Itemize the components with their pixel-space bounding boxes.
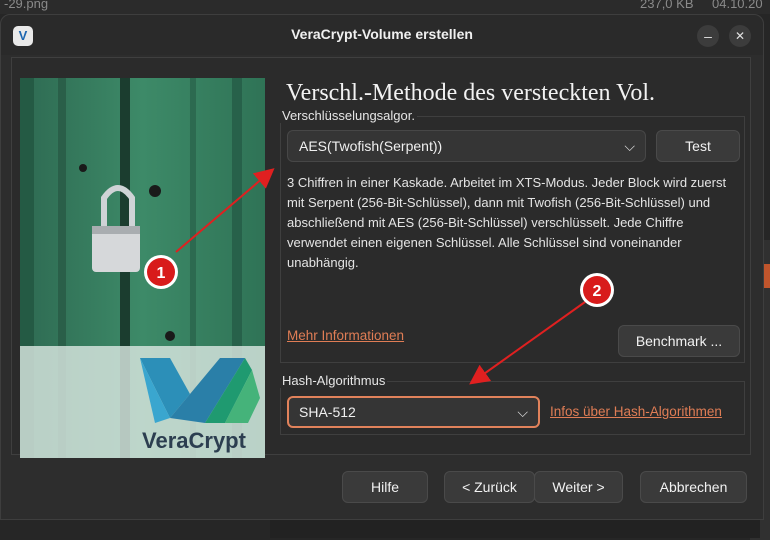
chevron-down-icon: ⌵ [624, 138, 635, 154]
wizard-content: VeraCrypt Verschl.-Methode des versteckt… [11, 57, 751, 458]
dialog-window: V VeraCrypt-Volume erstellen – ✕ VeraCry… [0, 14, 764, 520]
wizard-picture: VeraCrypt [20, 78, 265, 458]
encryption-algorithm-select[interactable]: AES(Twofish(Serpent)) ⌵ [287, 130, 646, 162]
brand-logo-text: VeraCrypt [142, 428, 247, 453]
benchmark-button[interactable]: Benchmark ... [618, 325, 740, 357]
window-title: VeraCrypt-Volume erstellen [291, 26, 473, 42]
cancel-button[interactable]: Abbrechen [640, 471, 747, 503]
hash-info-link[interactable]: Infos über Hash-Algorithmen [550, 404, 722, 419]
hash-algorithm-group: Hash-Algorithmus SHA-512 ⌵ Infos über Ha… [280, 373, 745, 435]
page-title: Verschl.-Methode des versteckten Vol. [286, 80, 656, 106]
hash-algorithm-select[interactable]: SHA-512 ⌵ [287, 396, 540, 428]
title-bar[interactable]: V VeraCrypt-Volume erstellen – ✕ [1, 15, 763, 55]
background-filename: -29.png [4, 0, 49, 11]
background-file-row: -29.png 237,0 KB 04.10.20 [0, 0, 770, 14]
background-filesize: 237,0 KB [640, 0, 694, 11]
encryption-algorithm-group: Verschlüsselungsalgor. AES(Twofish(Serpe… [280, 108, 745, 363]
test-button[interactable]: Test [656, 130, 740, 162]
chevron-down-icon: ⌵ [517, 404, 528, 420]
hash-algorithm-value: SHA-512 [299, 404, 356, 420]
back-button[interactable]: < Zurück [444, 471, 535, 503]
more-info-link[interactable]: Mehr Informationen [287, 328, 404, 343]
encryption-algorithm-label: Verschlüsselungsalgor. [280, 108, 417, 123]
algorithm-description: 3 Chiffren in einer Kaskade. Arbeitet im… [287, 175, 727, 270]
next-button[interactable]: Weiter > [534, 471, 623, 503]
minimize-button[interactable]: – [697, 25, 719, 47]
hash-algorithm-label: Hash-Algorithmus [280, 373, 388, 388]
background-date: 04.10.20 [712, 0, 763, 11]
close-button[interactable]: ✕ [729, 25, 751, 47]
encryption-algorithm-value: AES(Twofish(Serpent)) [299, 138, 443, 154]
help-button[interactable]: Hilfe [342, 471, 428, 503]
